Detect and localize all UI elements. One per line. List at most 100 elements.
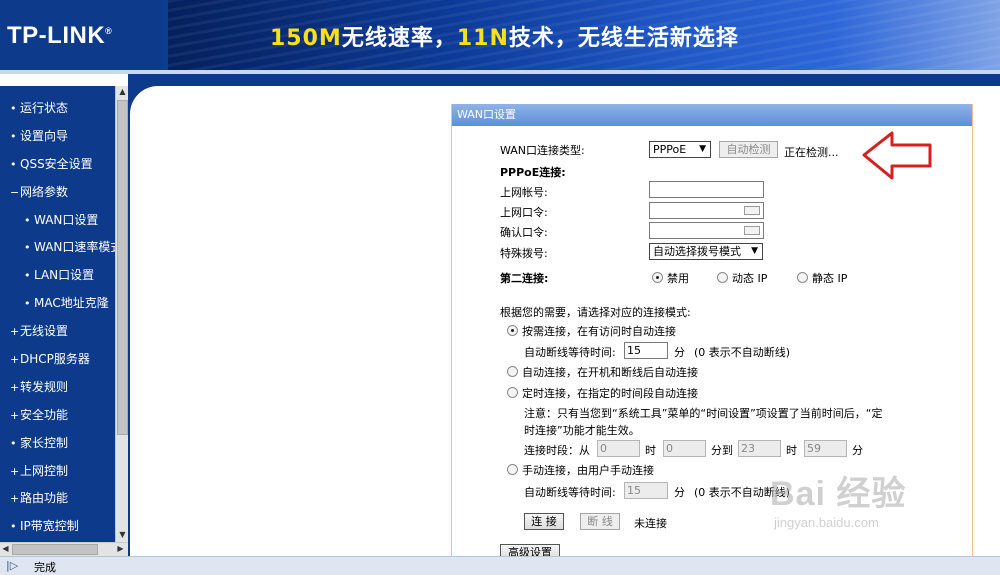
auto-connect-option[interactable]: 自动连接，在开机和断线后自动连接 bbox=[507, 364, 698, 380]
hour-label-1: 时 bbox=[645, 444, 656, 457]
sidebar-item[interactable]: −网络参数 bbox=[0, 182, 128, 210]
radio-selected-icon[interactable] bbox=[507, 325, 518, 336]
sidebar-item-label: DHCP服务器 bbox=[20, 352, 90, 367]
sidebar-item[interactable]: +路由功能 bbox=[0, 488, 128, 516]
sidebar-item-label: 转发规则 bbox=[20, 379, 69, 394]
mode-prompt: 根据您的需要，请选择对应的连接模式: bbox=[500, 306, 691, 319]
expand-icon: + bbox=[10, 408, 20, 422]
horizontal-scrollbar-thumb[interactable] bbox=[12, 544, 98, 555]
end-hour-input[interactable]: 23 bbox=[738, 440, 781, 457]
tp-link-logo: TP-LINK® bbox=[7, 22, 113, 49]
watermark-logo: Bai 经验 bbox=[770, 475, 907, 513]
bullet-icon: • bbox=[24, 213, 31, 227]
minute-to-label: 分到 bbox=[711, 444, 733, 457]
scroll-up-icon[interactable]: ▲ bbox=[117, 86, 128, 98]
special-dial-select[interactable]: 自动选择拨号模式 ▼ bbox=[649, 243, 763, 260]
radio-icon[interactable] bbox=[507, 387, 518, 398]
auto-detect-button[interactable]: 自动检测 bbox=[719, 141, 778, 158]
confirm-password-label: 确认口令: bbox=[500, 226, 548, 239]
sidebar-item[interactable]: • IP带宽控制 bbox=[0, 516, 128, 544]
idle-unit: 分 bbox=[674, 346, 685, 359]
confirm-password-input[interactable] bbox=[649, 222, 764, 239]
idle-time-input-2[interactable]: 15 bbox=[624, 482, 668, 499]
sidebar-item-label: WAN口设置 bbox=[34, 212, 99, 227]
sidebar-item[interactable]: • LAN口设置 bbox=[0, 265, 128, 293]
bullet-icon: • bbox=[24, 241, 31, 255]
note-line-1: 注意：只有当您到“系统工具”菜单的“时间设置”项设置了当前时间后，“定 bbox=[524, 407, 883, 420]
password-label: 上网口令: bbox=[500, 206, 548, 219]
sidebar-item[interactable]: +转发规则 bbox=[0, 377, 128, 405]
expand-icon: + bbox=[10, 380, 20, 394]
disconnect-button[interactable]: 断 线 bbox=[580, 513, 620, 530]
second-conn-dynamic-ip-option[interactable]: 动态 IP bbox=[717, 270, 767, 286]
end-minute-input[interactable]: 59 bbox=[804, 440, 847, 457]
sidebar-item-label: 设置向导 bbox=[20, 128, 69, 143]
start-minute-input[interactable]: 0 bbox=[663, 440, 706, 457]
scrollbar-thumb[interactable] bbox=[117, 100, 128, 435]
watermark-url: jingyan.baidu.com bbox=[774, 515, 879, 530]
manual-connect-option[interactable]: 手动连接，由用户手动连接 bbox=[507, 462, 654, 478]
password-input[interactable] bbox=[649, 202, 764, 219]
hour-label-2: 时 bbox=[786, 444, 797, 457]
start-hour-input[interactable]: 0 bbox=[597, 440, 640, 457]
radio-icon[interactable] bbox=[507, 464, 518, 475]
page-status-icon: |▷ bbox=[6, 559, 19, 572]
sidebar-menu: • 运行状态 • 设置向导 • QSS安全设置 −网络参数 • WAN口设置 • WAN口速率模式 •… bbox=[0, 86, 128, 544]
second-conn-static-ip-option[interactable]: 静态 IP bbox=[797, 270, 847, 286]
sidebar-item[interactable]: • WAN口设置 bbox=[0, 210, 128, 238]
idle-time-input[interactable]: 15 bbox=[624, 342, 668, 359]
sidebar-item-label: IP带宽控制 bbox=[20, 519, 79, 534]
sidebar-item[interactable]: • 运行状态 bbox=[0, 98, 128, 126]
sidebar-item[interactable]: +安全功能 bbox=[0, 405, 128, 433]
timed-connect-option[interactable]: 定时连接，在指定的时间段自动连接 bbox=[507, 385, 698, 401]
red-arrow-annotation bbox=[862, 131, 932, 180]
connection-status: 未连接 bbox=[634, 517, 667, 530]
connect-button[interactable]: 连 接 bbox=[524, 513, 564, 530]
sidebar-item[interactable]: • 设置向导 bbox=[0, 126, 128, 154]
sidebar-item[interactable]: +DHCP服务器 bbox=[0, 349, 128, 377]
expand-icon: + bbox=[10, 464, 20, 478]
radio-icon[interactable] bbox=[797, 272, 808, 283]
detecting-status: 正在检测... bbox=[784, 146, 839, 159]
account-input[interactable] bbox=[649, 181, 764, 198]
sidebar-item[interactable]: +无线设置 bbox=[0, 321, 128, 349]
minute-end-label: 分 bbox=[852, 444, 863, 457]
wan-type-select[interactable]: PPPoE ▼ bbox=[649, 141, 711, 158]
expand-icon: + bbox=[10, 325, 20, 339]
period-label: 连接时段：从 bbox=[524, 444, 590, 457]
bullet-icon: • bbox=[10, 129, 17, 143]
sidebar-item[interactable]: • 家长控制 bbox=[0, 433, 128, 461]
sidebar-item-label: WAN口速率模式 bbox=[34, 240, 123, 255]
sidebar: • 运行状态 • 设置向导 • QSS安全设置 −网络参数 • WAN口设置 • WAN口速率模式 •… bbox=[0, 86, 128, 542]
second-conn-disabled-option[interactable]: 禁用 bbox=[652, 270, 689, 286]
scroll-right-icon[interactable]: ▶ bbox=[115, 543, 126, 555]
idle-unit-2: 分 bbox=[674, 486, 685, 499]
on-demand-option[interactable]: 按需连接，在有访问时自动连接 bbox=[507, 323, 676, 339]
sidebar-item[interactable]: • QSS安全设置 bbox=[0, 154, 128, 182]
sidebar-item-label: 无线设置 bbox=[20, 324, 69, 339]
scroll-left-icon[interactable]: ◀ bbox=[0, 543, 11, 555]
expand-icon: + bbox=[10, 353, 20, 367]
sidebar-horizontal-scrollbar[interactable]: ◀ ▶ bbox=[0, 542, 128, 556]
sidebar-item[interactable]: • MAC地址克隆 bbox=[0, 293, 128, 321]
sidebar-item-label: 家长控制 bbox=[20, 435, 69, 450]
sidebar-item-label: 路由功能 bbox=[20, 491, 69, 506]
keyboard-icon bbox=[744, 226, 760, 235]
radio-icon[interactable] bbox=[507, 366, 518, 377]
banner-slogan: 150M无线速率，11N技术，无线生活新选择 bbox=[270, 26, 739, 51]
radio-selected-icon[interactable] bbox=[652, 272, 663, 283]
sidebar-item[interactable]: • WAN口速率模式 bbox=[0, 237, 128, 265]
sidebar-scrollbar[interactable]: ▲ ▼ bbox=[115, 86, 128, 542]
sidebar-item[interactable]: +上网控制 bbox=[0, 461, 128, 489]
radio-icon[interactable] bbox=[717, 272, 728, 283]
bullet-icon: • bbox=[24, 297, 31, 311]
scroll-down-icon[interactable]: ▼ bbox=[117, 529, 128, 541]
sidebar-item-label: 安全功能 bbox=[20, 407, 69, 422]
bullet-icon: • bbox=[10, 520, 17, 534]
header: TP-LINK® 150M无线速率，11N技术，无线生活新选择 bbox=[0, 0, 1000, 70]
sidebar-item-label: QSS安全设置 bbox=[20, 156, 93, 171]
idle-time-label: 自动断线等待时间: bbox=[524, 346, 616, 359]
status-text: 完成 bbox=[34, 561, 56, 574]
sidebar-item-label: 上网控制 bbox=[20, 463, 69, 478]
idle-note: (0 表示不自动断线) bbox=[694, 346, 791, 359]
